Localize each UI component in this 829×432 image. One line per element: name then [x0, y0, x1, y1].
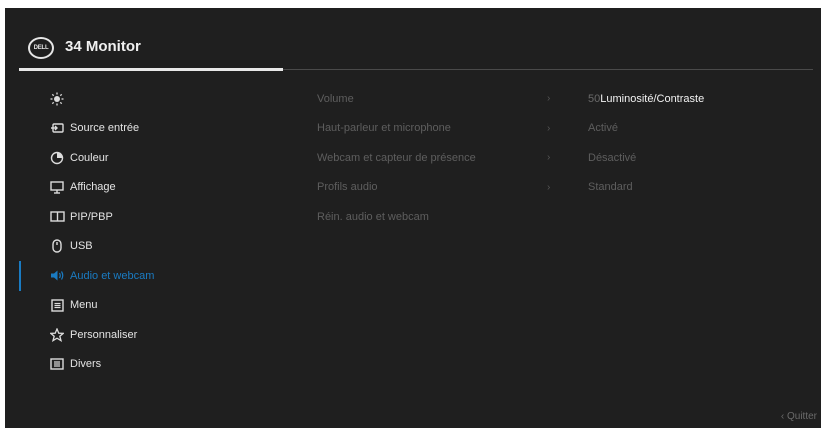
speaker-icon [49, 268, 65, 284]
submenu-item-reset-audio-webcam[interactable]: Réin. audio et webcam [317, 202, 557, 232]
chevron-right-icon: › [547, 152, 551, 164]
speaker-mic-value: Activé [588, 122, 618, 135]
volume-value: 50 Luminosité/Contraste [588, 84, 818, 114]
header-divider-highlight [19, 68, 283, 71]
logo-text: DELL [33, 45, 49, 51]
sidebar-item-label: PIP/PBP [70, 210, 113, 223]
display-icon [49, 179, 65, 195]
sidebar-item-label: Menu [70, 299, 98, 312]
submenu-item-label: Haut-parleur et microphone [317, 122, 451, 135]
submenu-item-label: Webcam et capteur de présence [317, 151, 476, 164]
submenu-item-label: Volume [317, 92, 354, 105]
sidebar-item-color[interactable]: Couleur [5, 143, 305, 173]
star-icon [49, 327, 65, 343]
sidebar-item-others[interactable]: Divers [5, 350, 305, 380]
submenu-item-webcam[interactable]: Webcam et capteur de présence › [317, 143, 557, 173]
sidebar-item-label: Audio et webcam [70, 269, 155, 282]
submenu: Volume › Haut-parleur et microphone › We… [317, 84, 557, 232]
sidebar-item-input-source[interactable]: Source entrée [5, 114, 305, 144]
sidebar-item-label: Source entrée [70, 122, 140, 135]
osd-menu: DELL 34 Monitor Source entrée Couleur Af… [5, 8, 821, 428]
chevron-left-icon: ‹ [780, 411, 785, 422]
sidebar: Source entrée Couleur Affichage PIP/PBP … [5, 84, 305, 379]
sidebar-item-audio-webcam[interactable]: Audio et webcam [5, 261, 305, 291]
sidebar-item-usb[interactable]: USB [5, 232, 305, 262]
header: DELL 34 Monitor [5, 8, 821, 71]
pip-icon [49, 209, 65, 225]
chevron-right-icon: › [547, 122, 551, 134]
others-icon [49, 356, 65, 372]
sidebar-item-label: Divers [70, 358, 102, 371]
quit-button[interactable]: ‹ Quitter [781, 411, 817, 422]
usb-icon [49, 238, 65, 254]
volume-overlay-text: Luminosité/Contraste [600, 92, 705, 105]
menu-icon [49, 297, 65, 313]
audio-profile-value: Standard [588, 181, 633, 194]
input-source-icon [49, 120, 65, 136]
sidebar-item-menu[interactable]: Menu [5, 291, 305, 321]
color-icon [49, 150, 65, 166]
sidebar-item-pip-pbp[interactable]: PIP/PBP [5, 202, 305, 232]
volume-number: 50 [588, 92, 601, 105]
brightness-icon [49, 91, 65, 107]
chevron-right-icon: › [547, 181, 551, 193]
sidebar-item-display[interactable]: Affichage [5, 173, 305, 203]
submenu-item-label: Réin. audio et webcam [317, 210, 429, 223]
sidebar-item-label: USB [70, 240, 93, 253]
sidebar-item-label: Couleur [70, 151, 109, 164]
values-column: 50 Luminosité/Contraste Activé Désactivé … [588, 84, 818, 202]
dell-logo: DELL [28, 37, 54, 59]
page-title: 34 Monitor [65, 38, 141, 55]
chevron-right-icon: › [547, 93, 551, 105]
sidebar-item-label: Personnaliser [70, 328, 138, 341]
quit-label: Quitter [786, 411, 817, 422]
webcam-value: Désactivé [588, 151, 637, 164]
submenu-item-volume[interactable]: Volume › [317, 84, 557, 114]
submenu-item-speaker-mic[interactable]: Haut-parleur et microphone › [317, 114, 557, 144]
sidebar-item-label: Affichage [70, 181, 116, 194]
active-indicator [19, 261, 21, 291]
submenu-item-audio-profiles[interactable]: Profils audio › [317, 173, 557, 203]
sidebar-item-personalize[interactable]: Personnaliser [5, 320, 305, 350]
submenu-item-label: Profils audio [317, 181, 378, 194]
sidebar-item-brightness[interactable] [5, 84, 305, 114]
